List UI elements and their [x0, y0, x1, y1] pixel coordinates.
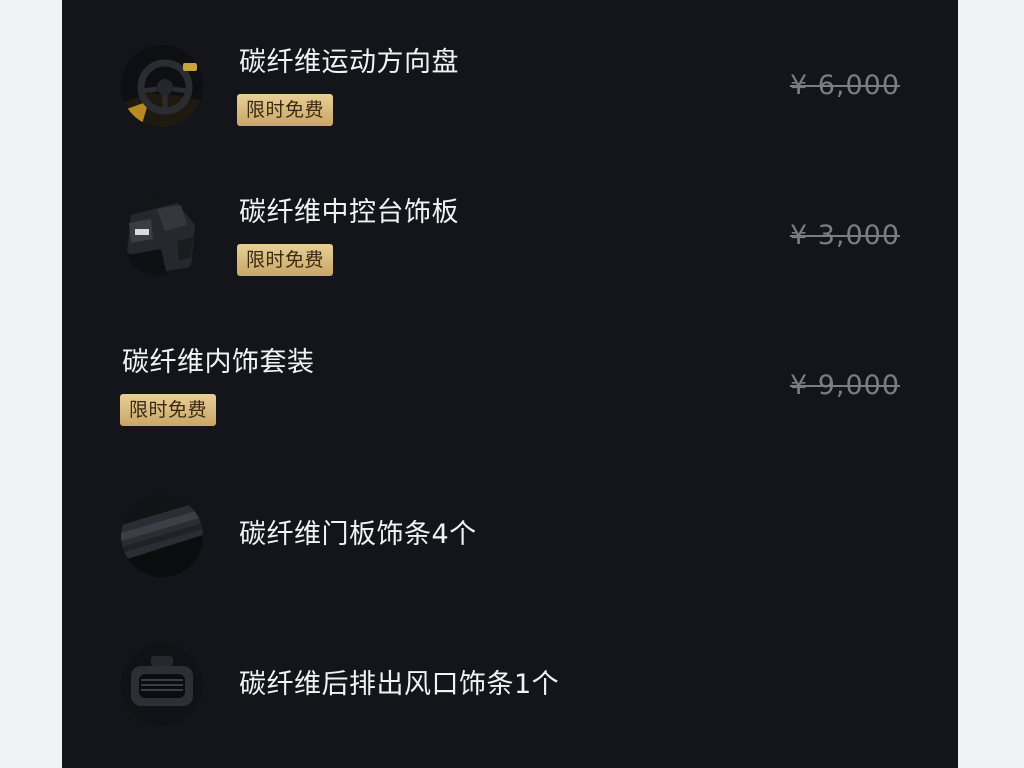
door-trim-image	[121, 495, 203, 577]
item-name: 碳纤维门板饰条4个	[239, 519, 477, 550]
limited-free-badge: 限时免费	[120, 394, 217, 426]
item-name: 碳纤维后排出风口饰条1个	[239, 669, 560, 700]
list-item-interior-kit[interactable]: 碳纤维内饰套装 限时免费 ¥ 9,000	[62, 300, 958, 450]
list-item-steering-wheel[interactable]: 碳纤维运动方向盘 限时免费 ¥ 6,000	[62, 0, 958, 150]
original-price: ¥ 3,000	[789, 220, 900, 251]
limited-free-badge: 限时免费	[237, 244, 334, 276]
item-name: 碳纤维内饰套装	[122, 347, 315, 378]
accessory-list-panel: 碳纤维运动方向盘 限时免费 ¥ 6,000 碳纤维中控台饰板 限时免费 ¥ 3,…	[62, 0, 958, 768]
list-item-rear-vent[interactable]: 碳纤维后排出风口饰条1个	[62, 600, 958, 750]
list-item-center-console[interactable]: 碳纤维中控台饰板 限时免费 ¥ 3,000	[62, 150, 958, 300]
original-price: ¥ 6,000	[789, 70, 900, 101]
center-console-image	[121, 195, 203, 277]
item-name: 碳纤维运动方向盘	[239, 47, 459, 78]
item-name: 碳纤维中控台饰板	[239, 197, 459, 228]
original-price: ¥ 9,000	[789, 370, 900, 401]
steering-wheel-image	[121, 45, 203, 127]
rear-vent-image	[121, 644, 203, 726]
limited-free-badge: 限时免费	[237, 94, 334, 126]
list-item-door-trim[interactable]: 碳纤维门板饰条4个	[62, 450, 958, 600]
